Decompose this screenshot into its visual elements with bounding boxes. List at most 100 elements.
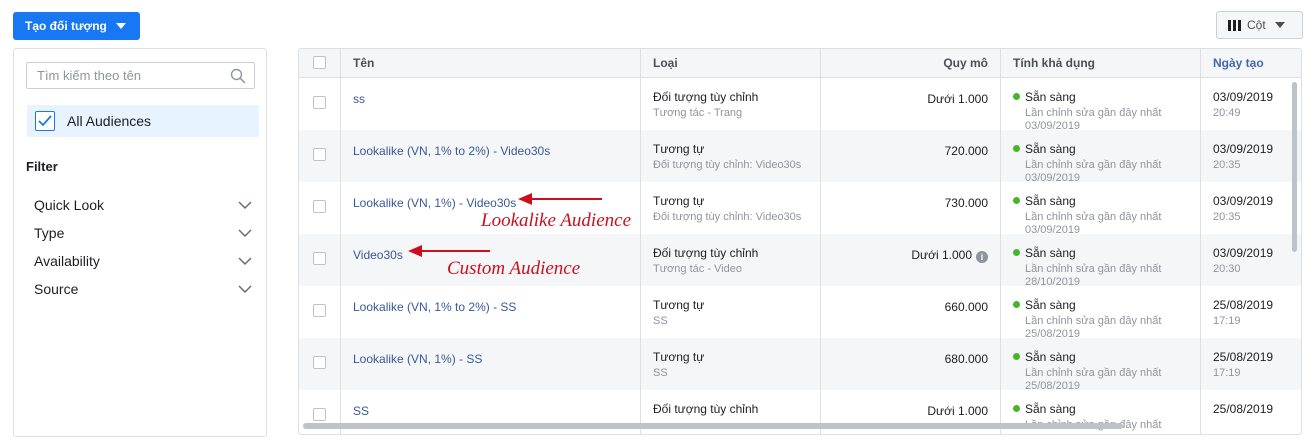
row-select-cell xyxy=(299,286,341,338)
table-row[interactable]: Lookalike (VN, 1% to 2%) - SS Tương tự SS 6… xyxy=(299,286,1301,338)
availability-cell: Sẵn sàng Lần chỉnh sửa gần đây nhất 28/10/… xyxy=(1001,234,1201,286)
chevron-down-icon xyxy=(238,285,252,293)
created-cell: 03/09/2019 20:35 xyxy=(1201,130,1301,182)
status-date: 03/09/2019 xyxy=(1025,172,1081,182)
row-select-cell xyxy=(299,338,341,390)
status-date: 28/10/2019 xyxy=(1025,276,1081,286)
header-size[interactable]: Quy mô xyxy=(821,49,1001,78)
status-note: Lần chỉnh sửa gần đây nhất xyxy=(1025,159,1162,171)
row-select-cell xyxy=(299,182,341,234)
filter-label: Source xyxy=(34,281,79,297)
status-ready-icon xyxy=(1013,405,1020,412)
status-text: Sẵn sàng xyxy=(1025,90,1076,104)
table-row[interactable]: ss Đối tượng tùy chỉnh Tương tác - Trang Dư… xyxy=(299,78,1301,130)
search-input[interactable]: Tìm kiếm theo tên xyxy=(26,62,255,89)
type-text: Tương tự xyxy=(653,194,705,208)
info-icon[interactable]: i xyxy=(976,251,988,263)
created-cell: 03/09/2019 20:30 xyxy=(1201,234,1301,286)
all-audiences-item[interactable]: All Audiences xyxy=(27,105,259,137)
created-date: 03/09/2019 xyxy=(1213,142,1274,156)
subtype-text: SS xyxy=(653,367,668,379)
size-cell: 680.000 xyxy=(821,338,1001,390)
header-created[interactable]: Ngày tạo xyxy=(1201,49,1301,78)
table-row[interactable]: Lookalike (VN, 1%) - Video30s Tương tự Đối… xyxy=(299,182,1301,234)
status-note: Lần chỉnh sửa gần đây nhất xyxy=(1025,315,1162,327)
name-cell: Lookalike (VN, 1%) - SS xyxy=(341,338,641,390)
row-checkbox[interactable] xyxy=(313,200,326,213)
row-checkbox[interactable] xyxy=(313,96,326,109)
search-placeholder: Tìm kiếm theo tên xyxy=(37,68,142,83)
size-text: Dưới 1.000 xyxy=(927,404,988,418)
row-checkbox[interactable] xyxy=(313,252,326,265)
vertical-scrollbar[interactable] xyxy=(1292,82,1297,252)
table-row[interactable]: Lookalike (VN, 1% to 2%) - Video30s Tương… xyxy=(299,130,1301,182)
created-date: 03/09/2019 xyxy=(1213,90,1274,104)
audience-name-link[interactable]: Lookalike (VN, 1%) - Video30s xyxy=(353,196,516,210)
name-cell: Lookalike (VN, 1% to 2%) - Video30s xyxy=(341,130,641,182)
size-text: 720.000 xyxy=(944,144,988,158)
status-note: Lần chỉnh sửa gần đây nhất xyxy=(1025,107,1162,119)
audience-name-link[interactable]: Video30s xyxy=(353,248,403,262)
status-text: Sẵn sàng xyxy=(1025,142,1076,156)
filter-availability[interactable]: Availability xyxy=(34,251,252,271)
created-time: 20:35 xyxy=(1213,159,1241,171)
horizontal-scrollbar[interactable] xyxy=(303,423,1123,429)
status-text: Sẵn sàng xyxy=(1025,246,1076,260)
status-ready-icon xyxy=(1013,93,1020,100)
chevron-down-icon xyxy=(238,201,252,209)
check-icon xyxy=(38,115,52,127)
audience-name-link[interactable]: Lookalike (VN, 1%) - SS xyxy=(353,352,482,366)
audience-name-link[interactable]: SS xyxy=(353,404,369,418)
availability-cell: Sẵn sàng Lần chỉnh sửa gần đây nhất 25/08/… xyxy=(1001,338,1201,390)
filter-title: Filter xyxy=(26,159,58,174)
status-text: Sẵn sàng xyxy=(1025,298,1076,312)
checkbox-checked[interactable] xyxy=(35,111,55,131)
row-checkbox[interactable] xyxy=(313,356,326,369)
columns-icon xyxy=(1228,19,1241,31)
columns-button[interactable]: Cột xyxy=(1216,11,1303,39)
created-time: 17:19 xyxy=(1213,367,1241,379)
chevron-down-icon xyxy=(238,229,252,237)
status-text: Sẵn sàng xyxy=(1025,402,1076,416)
size-cell: 660.000 xyxy=(821,286,1001,338)
filter-label: Availability xyxy=(34,253,100,269)
audience-name-link[interactable]: Lookalike (VN, 1% to 2%) - SS xyxy=(353,300,516,314)
search-icon[interactable] xyxy=(230,68,246,84)
status-note: Lần chỉnh sửa gần đây nhất xyxy=(1025,367,1162,379)
created-date: 25/08/2019 xyxy=(1213,298,1274,312)
subtype-text: Tương tác - Trang xyxy=(653,107,743,119)
status-date: 03/09/2019 xyxy=(1025,120,1081,130)
filter-source[interactable]: Source xyxy=(34,279,252,299)
filter-type[interactable]: Type xyxy=(34,223,252,243)
row-checkbox[interactable] xyxy=(313,148,326,161)
header-type[interactable]: Loại xyxy=(641,49,821,78)
created-cell: 25/08/2019 xyxy=(1201,390,1301,434)
audience-name-link[interactable]: ss xyxy=(353,92,365,106)
row-checkbox[interactable] xyxy=(313,304,326,317)
chevron-down-icon xyxy=(238,257,252,265)
type-text: Đối tượng tùy chỉnh xyxy=(653,246,759,260)
row-checkbox[interactable] xyxy=(313,408,326,421)
subtype-text: Tương tác - Video xyxy=(653,263,742,275)
row-select-cell xyxy=(299,234,341,286)
size-text: 680.000 xyxy=(944,352,988,366)
columns-label: Cột xyxy=(1247,18,1266,32)
type-cell: Tương tự SS xyxy=(641,286,821,338)
created-date: 03/09/2019 xyxy=(1213,194,1274,208)
status-date: 03/09/2019 xyxy=(1025,224,1081,234)
table-header: Tên Loại Quy mô Tính khả dụng Ngày tạo xyxy=(299,49,1301,78)
all-audiences-label: All Audiences xyxy=(67,113,152,129)
name-cell: ss xyxy=(341,78,641,130)
row-select-cell xyxy=(299,130,341,182)
select-all-checkbox[interactable] xyxy=(313,56,326,69)
header-availability[interactable]: Tính khả dụng xyxy=(1001,49,1201,78)
header-name[interactable]: Tên xyxy=(341,49,641,78)
filter-quick-look[interactable]: Quick Look xyxy=(34,195,252,215)
size-cell: Dưới 1.000 xyxy=(821,78,1001,130)
table-row[interactable]: Lookalike (VN, 1%) - SS Tương tự SS 680.000… xyxy=(299,338,1301,390)
audience-name-link[interactable]: Lookalike (VN, 1% to 2%) - Video30s xyxy=(353,144,550,158)
type-text: Đối tượng tùy chỉnh xyxy=(653,90,759,104)
status-date: 25/08/2019 xyxy=(1025,380,1081,390)
status-note: Lần chỉnh sửa gần đây nhất xyxy=(1025,211,1162,223)
create-audience-button[interactable]: Tạo đối tượng xyxy=(13,12,140,40)
